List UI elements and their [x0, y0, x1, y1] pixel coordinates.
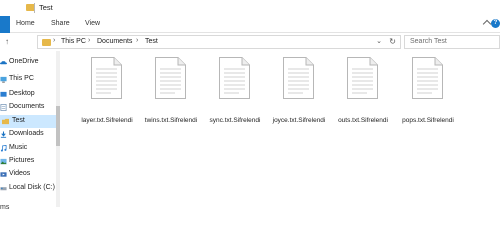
sidebar-item-local-disk[interactable]: Local Disk (C:) — [0, 182, 60, 195]
download-icon — [0, 131, 7, 138]
chevron-right-icon[interactable]: › — [136, 37, 138, 44]
text-file-icon — [283, 57, 314, 99]
sidebar-item-this-pc[interactable]: This PC — [0, 73, 60, 86]
search-placeholder: Search Test — [410, 38, 447, 45]
sidebar-item-label: Videos — [9, 170, 31, 177]
scrollbar-thumb[interactable] — [56, 106, 60, 146]
window-title: Test — [39, 3, 53, 12]
file-name: twins.txt.Sifrelendi — [144, 117, 198, 124]
tab-home[interactable]: Home — [16, 20, 35, 27]
sidebar-item-downloads[interactable]: Downloads — [0, 128, 60, 141]
address-bar[interactable]: › This PC › Documents › Test ⌄ ↻ — [37, 35, 401, 49]
collapse-ribbon-icon[interactable] — [482, 19, 492, 29]
tab-file[interactable] — [0, 16, 10, 33]
search-input[interactable]: Search Test — [404, 35, 500, 49]
status-text: ms — [0, 204, 10, 211]
sidebar-item-desktop[interactable]: Desktop — [0, 88, 60, 101]
refresh-icon[interactable]: ↻ — [389, 37, 396, 46]
file-name: joyce.txt.Sifrelendi — [272, 117, 326, 124]
desktop-icon — [0, 91, 7, 97]
pictures-icon — [0, 158, 7, 165]
sidebar-item-label: Desktop — [9, 90, 35, 97]
sidebar-item-label: Local Disk (C:) — [9, 184, 55, 191]
sidebar-item-onedrive[interactable]: OneDrive — [0, 56, 60, 69]
title-separator — [34, 3, 35, 13]
help-icon[interactable]: ? — [491, 19, 500, 28]
chevron-right-icon[interactable]: › — [88, 37, 90, 44]
sidebar-item-documents[interactable]: Documents — [0, 101, 60, 114]
music-icon — [0, 145, 7, 152]
title-bar: Test — [0, 0, 500, 16]
videos-icon — [0, 172, 7, 177]
sidebar-item-test[interactable]: Test — [0, 115, 60, 128]
breadcrumb-test[interactable]: Test — [145, 38, 158, 45]
file-list: layer.txt.Sifrelendi twins.txt.Sifrelend… — [61, 51, 500, 207]
navigation-scrollbar[interactable] — [56, 51, 60, 207]
file-item[interactable]: twins.txt.Sifrelendi — [142, 57, 200, 157]
sidebar-item-label: Pictures — [9, 157, 35, 164]
file-item[interactable]: joyce.txt.Sifrelendi — [270, 57, 328, 157]
ribbon-tabs: Home Share View ? — [0, 16, 500, 33]
up-arrow-icon[interactable]: ↑ — [5, 37, 9, 46]
sidebar-item-label: Documents — [9, 103, 45, 110]
breadcrumb-this-pc[interactable]: This PC — [61, 38, 86, 45]
text-file-icon — [219, 57, 250, 99]
sidebar-item-pictures[interactable]: Pictures — [0, 155, 60, 168]
sidebar-item-videos[interactable]: Videos — [0, 168, 60, 181]
sidebar-item-label: This PC — [9, 75, 34, 82]
file-name: sync.txt.Sifrelendi — [209, 117, 261, 124]
sidebar-item-label: Music — [9, 144, 28, 151]
tab-share[interactable]: Share — [51, 20, 70, 27]
sidebar-item-label: OneDrive — [9, 58, 39, 65]
sidebar-item-label: Downloads — [9, 130, 44, 137]
file-item[interactable]: layer.txt.Sifrelendi — [78, 57, 136, 157]
chevron-right-icon: › — [53, 37, 56, 44]
pc-icon — [0, 76, 7, 83]
folder-icon — [2, 118, 9, 125]
file-item[interactable]: outs.txt.Sifrelendi — [334, 57, 392, 157]
breadcrumb-documents[interactable]: Documents — [97, 38, 132, 45]
chevron-down-icon[interactable]: ⌄ — [376, 37, 382, 45]
navigation-pane: OneDrive This PC Desktop Documents Test … — [0, 51, 60, 207]
disk-icon — [0, 187, 7, 191]
file-item[interactable]: pops.txt.Sifrelendi — [399, 57, 457, 157]
text-file-icon — [91, 57, 122, 99]
cloud-icon — [0, 61, 7, 65]
file-name: outs.txt.Sifrelendi — [338, 117, 388, 124]
file-name: layer.txt.Sifrelendi — [81, 117, 133, 124]
folder-icon — [42, 39, 51, 46]
text-file-icon — [155, 57, 186, 99]
documents-icon — [0, 104, 7, 111]
file-item[interactable]: sync.txt.Sifrelendi — [206, 57, 264, 157]
text-file-icon — [347, 57, 378, 99]
status-bar: ms — [0, 204, 500, 213]
tab-view[interactable]: View — [85, 20, 100, 27]
address-row: ↑ › This PC › Documents › Test ⌄ ↻ Searc… — [0, 33, 500, 50]
file-name: pops.txt.Sifrelendi — [402, 117, 454, 124]
text-file-icon — [412, 57, 443, 99]
sidebar-item-music[interactable]: Music — [0, 142, 60, 155]
sidebar-item-label: Test — [12, 117, 25, 124]
